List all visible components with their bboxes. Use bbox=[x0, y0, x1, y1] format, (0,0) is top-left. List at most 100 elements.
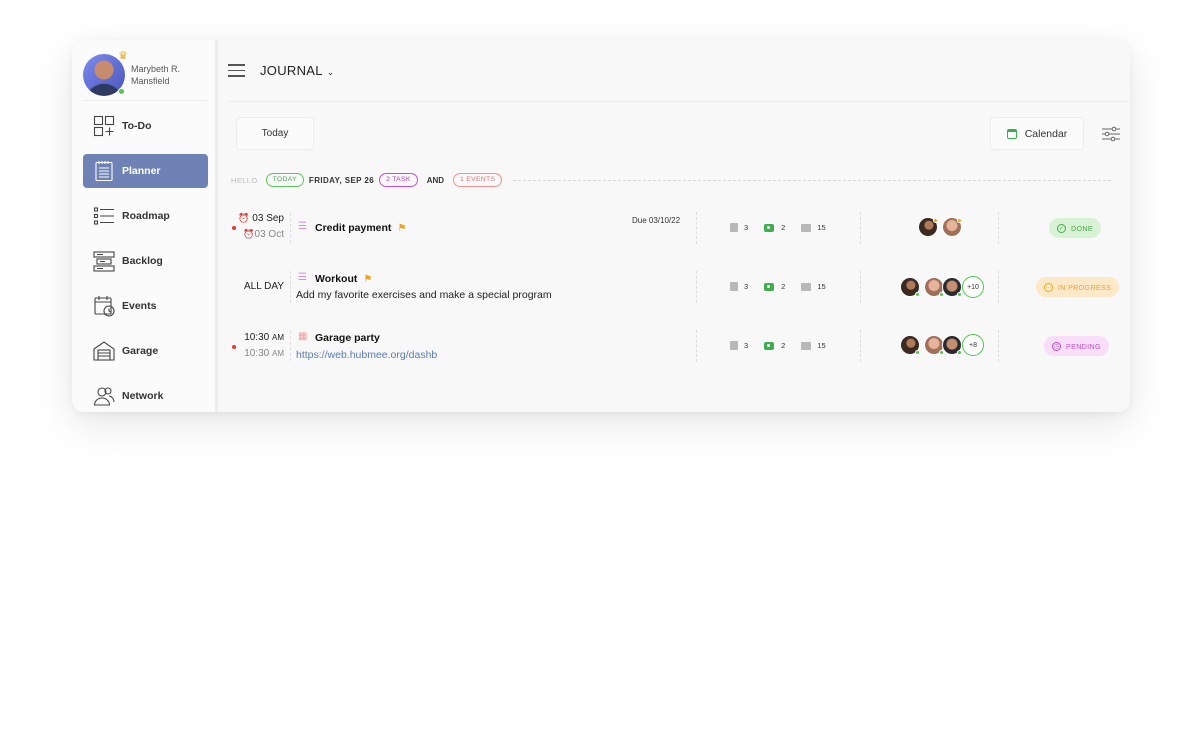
status-badge[interactable]: … IN PROGRESS bbox=[1036, 277, 1120, 297]
divider bbox=[696, 330, 697, 362]
list-item[interactable]: 10:30 AM 10:30 AM ▦ Garage party https:/… bbox=[218, 328, 1128, 368]
attachment-counts: 3 2 15 bbox=[730, 282, 842, 291]
date-label: FRIDAY, SEP 26 bbox=[308, 175, 375, 185]
divider bbox=[860, 330, 861, 362]
assignees[interactable] bbox=[918, 217, 962, 237]
event-title[interactable]: Garage party bbox=[315, 332, 380, 344]
documents-count[interactable]: 3 bbox=[730, 282, 748, 291]
start-time: ⏰ 03 Sep bbox=[238, 213, 284, 224]
user-avatar: ♛ bbox=[83, 50, 128, 96]
divider bbox=[83, 100, 207, 101]
task-list-icon: ☰ bbox=[298, 272, 307, 283]
documents-count[interactable]: 3 bbox=[730, 341, 748, 350]
divider bbox=[998, 330, 999, 362]
comments-count[interactable]: 15 bbox=[801, 341, 826, 350]
user-profile[interactable]: ♛ Marybeth R. Mansfield bbox=[83, 49, 207, 101]
comments-count[interactable]: 15 bbox=[801, 223, 826, 232]
journal-dropdown[interactable]: JOURNAL ⌄ bbox=[260, 63, 335, 78]
event-count-badge[interactable]: 1 EVENTS bbox=[453, 173, 503, 187]
sidebar-item-planner[interactable]: Planner bbox=[83, 154, 208, 188]
avatar bbox=[918, 217, 938, 237]
all-day-label: ALL DAY bbox=[243, 281, 284, 292]
assignees[interactable]: +8 bbox=[900, 334, 984, 356]
divider bbox=[228, 101, 1128, 102]
menu-icon[interactable] bbox=[228, 64, 245, 77]
greeting: HELLO bbox=[231, 175, 258, 185]
app-window: ♛ Marybeth R. Mansfield To-Do Planner Ro… bbox=[72, 40, 1130, 412]
main-content: JOURNAL ⌄ Today Calendar HELLO TODAY FRID… bbox=[218, 40, 1130, 412]
todo-grid-icon bbox=[93, 115, 115, 137]
task-description: Add my favorite exercises and make a spe… bbox=[296, 289, 552, 301]
backlog-icon bbox=[93, 250, 115, 272]
sidebar-item-label: Network bbox=[122, 390, 164, 402]
comment-icon bbox=[801, 282, 812, 291]
roadmap-list-icon bbox=[93, 205, 115, 227]
comments-count[interactable]: 15 bbox=[801, 282, 826, 291]
documents-count[interactable]: 3 bbox=[730, 223, 748, 232]
user-name: Marybeth R. Mansfield bbox=[131, 64, 181, 86]
sidebar-item-events[interactable]: Events bbox=[83, 289, 208, 323]
reminder-dot-icon bbox=[232, 345, 236, 349]
document-icon bbox=[730, 223, 738, 232]
task-count-badge[interactable]: 2 TASK bbox=[379, 173, 418, 187]
online-status-icon bbox=[118, 88, 125, 95]
list-item[interactable]: ALL DAY ☰ Workout ⚑ Add my favorite exerc… bbox=[218, 269, 1128, 309]
divider bbox=[290, 271, 291, 303]
task-title[interactable]: Workout ⚑ bbox=[315, 273, 372, 285]
today-badge[interactable]: TODAY bbox=[265, 173, 304, 187]
sidebar: ♛ Marybeth R. Mansfield To-Do Planner Ro… bbox=[72, 40, 218, 412]
check-circle-icon: ✓ bbox=[1057, 223, 1066, 233]
end-time: 10:30 AM bbox=[244, 348, 284, 359]
photos-count[interactable]: 2 bbox=[764, 341, 785, 350]
events-calendar-icon bbox=[93, 295, 115, 317]
avatar bbox=[924, 277, 944, 297]
sidebar-item-label: Roadmap bbox=[122, 210, 170, 222]
network-people-icon bbox=[93, 385, 115, 407]
end-time: ⏰03 Oct bbox=[243, 229, 284, 240]
attachment-counts: 3 2 15 bbox=[730, 341, 842, 350]
sidebar-item-network[interactable]: Network bbox=[83, 379, 208, 412]
calendar-button[interactable]: Calendar bbox=[990, 117, 1084, 150]
day-summary: HELLO TODAY FRIDAY, SEP 26 2 TASK AND 1 … bbox=[231, 173, 1111, 187]
calendar-icon bbox=[1006, 128, 1017, 139]
camera-icon bbox=[764, 223, 775, 232]
sidebar-item-todo[interactable]: To-Do bbox=[83, 109, 208, 143]
reminder-dot-icon bbox=[232, 226, 236, 230]
calendar-button-label: Calendar bbox=[1024, 127, 1068, 140]
assignees[interactable]: +10 bbox=[900, 276, 984, 298]
divider bbox=[998, 212, 999, 244]
more-assignees-badge[interactable]: +8 bbox=[962, 334, 984, 356]
photos-count[interactable]: 2 bbox=[764, 223, 785, 232]
comment-icon bbox=[801, 223, 812, 232]
sidebar-item-label: Garage bbox=[122, 345, 159, 357]
task-title[interactable]: Credit payment ⚑ bbox=[315, 222, 406, 234]
comment-icon bbox=[801, 341, 812, 350]
sidebar-item-backlog[interactable]: Backlog bbox=[83, 244, 208, 278]
camera-icon bbox=[764, 282, 775, 291]
list-item[interactable]: ⏰ 03 Sep ⏰03 Oct ☰ Credit payment ⚑ Due 0… bbox=[218, 210, 1128, 250]
garage-icon bbox=[93, 340, 115, 362]
in-progress-icon: … bbox=[1044, 282, 1053, 292]
sidebar-item-label: Events bbox=[122, 300, 157, 312]
event-link[interactable]: https://web.hubmee.org/dashb bbox=[296, 349, 437, 361]
avatar bbox=[942, 277, 962, 297]
start-time: 10:30 AM bbox=[244, 332, 284, 343]
flag-icon: ⚑ bbox=[363, 274, 373, 285]
status-badge[interactable]: ◷ PENDING bbox=[1044, 336, 1109, 356]
status-badge[interactable]: ✓ DONE bbox=[1049, 218, 1101, 238]
divider bbox=[290, 213, 291, 243]
photos-count[interactable]: 2 bbox=[764, 282, 785, 291]
sidebar-item-label: To-Do bbox=[122, 120, 152, 132]
divider bbox=[860, 271, 861, 303]
divider bbox=[998, 271, 999, 303]
crown-icon: ♛ bbox=[118, 50, 128, 62]
sidebar-item-garage[interactable]: Garage bbox=[83, 334, 208, 368]
avatar bbox=[900, 277, 920, 297]
sidebar-item-label: Backlog bbox=[122, 255, 163, 267]
filter-settings-icon[interactable] bbox=[1102, 126, 1120, 142]
divider bbox=[290, 331, 291, 361]
planner-notepad-icon bbox=[93, 160, 115, 182]
sidebar-item-roadmap[interactable]: Roadmap bbox=[83, 199, 208, 233]
more-assignees-badge[interactable]: +10 bbox=[962, 276, 984, 298]
today-button[interactable]: Today bbox=[236, 117, 314, 150]
